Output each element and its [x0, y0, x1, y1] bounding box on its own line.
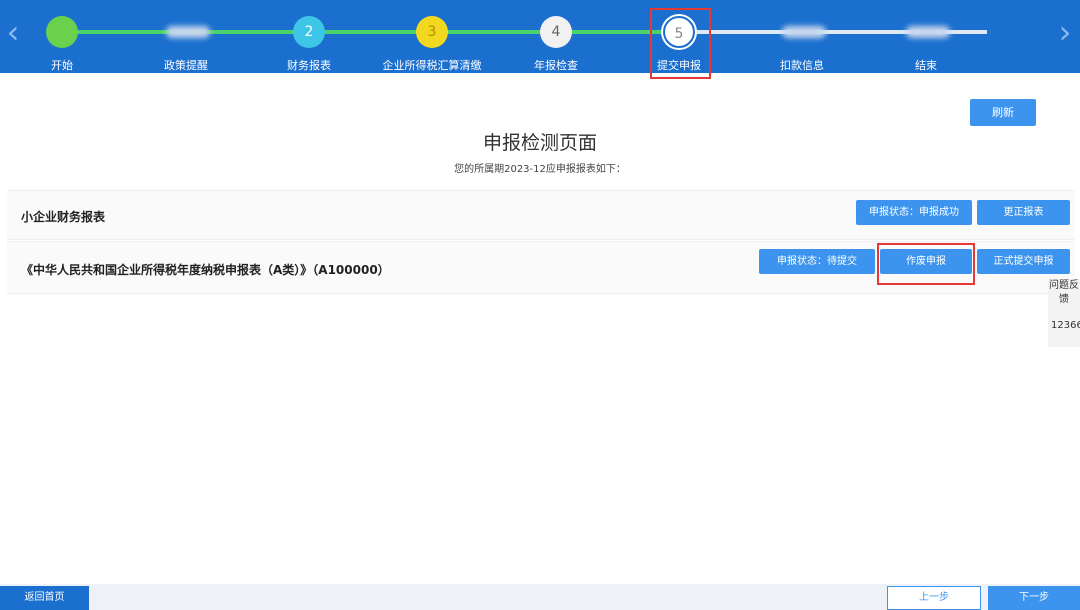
step-label: 政策提醒: [164, 59, 208, 72]
step-financial-statements[interactable]: 2 财务报表: [249, 0, 369, 73]
step-label: 企业所得税汇算清缴: [382, 59, 482, 72]
next-step-button[interactable]: 下一步: [988, 586, 1080, 610]
step-annual-check[interactable]: 4 年报检查: [496, 0, 616, 73]
chevron-right-icon[interactable]: ›: [1054, 14, 1076, 54]
blurred-step-icon: [906, 26, 950, 38]
step-circle-icon: 2: [293, 16, 325, 48]
highlight-box-current-step: [650, 8, 711, 79]
step-label: 开始: [51, 59, 73, 72]
status-badge[interactable]: 申报状态：申报成功: [856, 200, 972, 225]
report-name: 《中华人民共和国企业所得税年度纳税申报表（A类）》（A100000）: [21, 263, 390, 277]
previous-step-button[interactable]: 上一步: [887, 586, 981, 610]
report-row: 小企业财务报表 申报状态：申报成功 更正报表: [7, 190, 1075, 240]
back-home-button[interactable]: 返回首页: [0, 586, 89, 610]
step-deduction-info[interactable]: 扣款信息: [742, 0, 862, 73]
blurred-step-icon: [166, 26, 210, 38]
feedback-widget[interactable]: 问题反馈 12366: [1048, 279, 1080, 347]
formal-submit-button[interactable]: 正式提交申报: [977, 249, 1070, 274]
refresh-button[interactable]: 刷新: [970, 99, 1036, 126]
hotline-label: 12366: [1051, 320, 1080, 331]
step-label: 扣款信息: [780, 59, 824, 72]
page-subtitle: 您的所属期2023-12应申报报表如下：: [454, 164, 626, 175]
step-policy-reminder[interactable]: 政策提醒: [126, 0, 246, 73]
step-circle-icon: [46, 16, 78, 48]
step-label: 财务报表: [287, 59, 331, 72]
step-end[interactable]: 结束: [866, 0, 986, 73]
report-name: 小企业财务报表: [21, 210, 106, 224]
step-start[interactable]: 开始: [2, 0, 122, 73]
feedback-label: 问题反馈: [1049, 280, 1079, 305]
status-badge[interactable]: 申报状态：待提交: [759, 249, 875, 274]
step-label: 结束: [915, 59, 937, 72]
page-title: 申报检测页面: [482, 132, 597, 154]
correct-report-button[interactable]: 更正报表: [977, 200, 1070, 225]
step-circle-icon: 3: [416, 16, 448, 48]
blurred-step-icon: [782, 26, 826, 38]
step-income-tax-settlement[interactable]: 3 企业所得税汇算清缴: [372, 0, 492, 73]
step-label: 年报检查: [534, 59, 578, 72]
highlight-box-void-button: [877, 243, 975, 285]
step-progress-bar: ‹ › 开始 政策提醒 2 财务报表 3 企业所得税汇算清缴 4 年报检查 5 …: [0, 0, 1080, 73]
step-circle-icon: 4: [540, 16, 572, 48]
